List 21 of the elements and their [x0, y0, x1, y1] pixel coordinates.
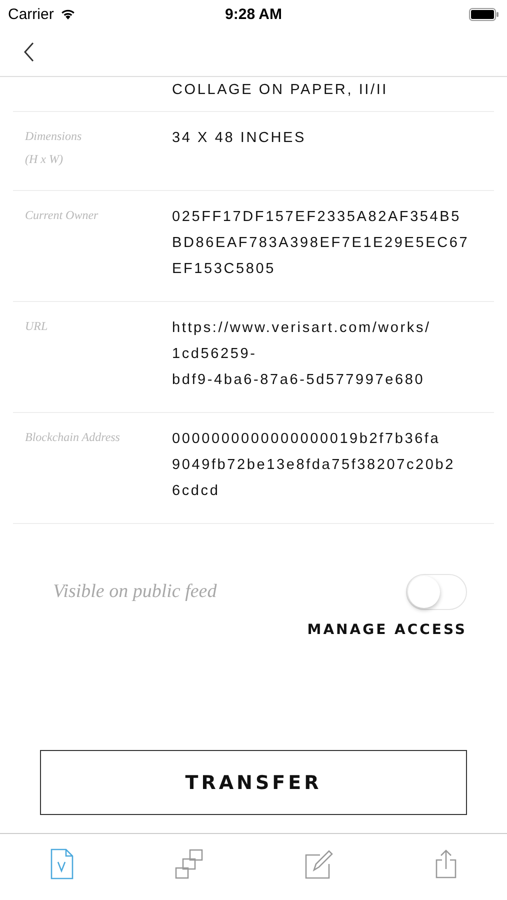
wifi-icon — [60, 8, 76, 20]
field-value: 0000000000000000019b2f7b36fa 9049fb72be13e8fda75f38207c20b2 6cdcd — [172, 430, 456, 501]
field-value: 025FF17DF157EF2335A82AF354B5 BD86EAF783A398EF7E1E29E5EC67 EF153C5805 — [172, 208, 470, 279]
field-label: URL — [25, 319, 48, 333]
field-label: Blockchain Address — [25, 430, 120, 444]
visibility-toggle[interactable] — [406, 574, 467, 610]
transfer-button[interactable]: TRANSFER — [40, 750, 467, 815]
certificate-tab[interactable] — [50, 848, 74, 880]
status-time: 9:28 AM — [225, 6, 282, 22]
toggle-label: Visible on public feed — [53, 581, 217, 603]
battery-icon — [469, 8, 499, 20]
field-value: https://www.verisart.com/works/ 1cd56259- bdf9-4ba6-87a6-5d577997e680 — [172, 319, 432, 390]
manage-access-link[interactable]: MANAGE ACCESS — [307, 622, 467, 638]
edit-tab[interactable] — [304, 849, 334, 879]
carrier-name: Carrier — [8, 6, 54, 22]
squares-tab[interactable] — [175, 849, 204, 879]
field-label: Current Owner — [25, 208, 98, 222]
field-value: COLLAGE ON PAPER, II/II — [172, 81, 389, 100]
field-value: 34 X 48 INCHES — [172, 129, 307, 148]
share-tab[interactable] — [434, 849, 457, 879]
field-label: Dimensions (H x W) — [25, 129, 82, 166]
